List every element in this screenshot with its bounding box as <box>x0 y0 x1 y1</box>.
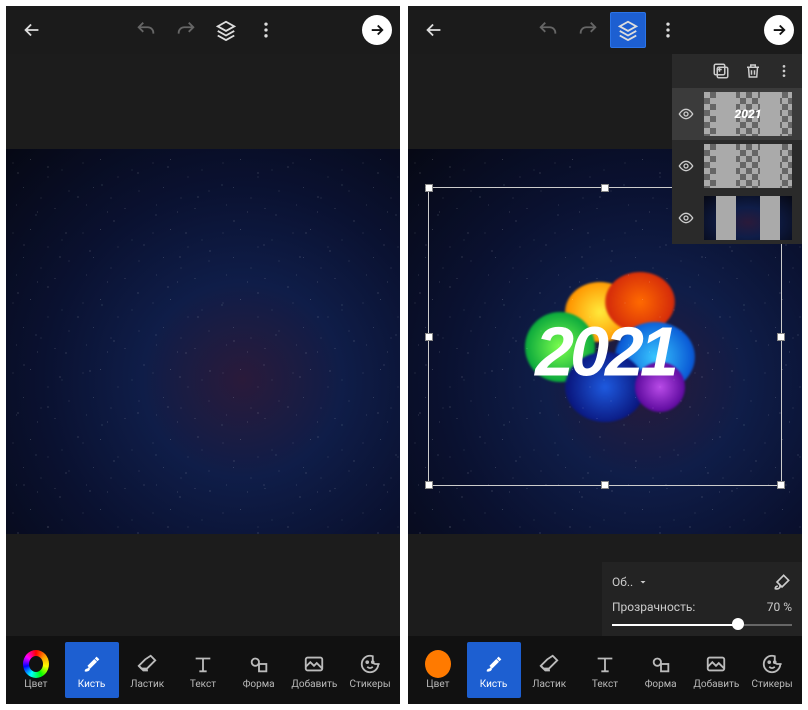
layer-thumb-text: 2021 <box>735 107 762 121</box>
tool-color[interactable]: Цвет <box>411 642 465 698</box>
eraser-icon <box>134 651 160 677</box>
layers-button[interactable] <box>610 12 646 48</box>
visibility-icon[interactable] <box>678 158 696 174</box>
tool-label: Добавить <box>291 679 337 690</box>
blend-mode-label: Об.. <box>612 575 633 589</box>
blend-mode-dropdown[interactable]: Об.. <box>612 575 649 589</box>
tool-shape[interactable]: Форма <box>634 642 688 698</box>
canvas-empty-top <box>6 54 400 149</box>
image-add-icon <box>301 651 327 677</box>
top-toolbar <box>6 6 400 54</box>
tool-label: Стикеры <box>350 679 391 690</box>
tool-label: Кисть <box>480 679 508 690</box>
bottom-toolbar: Цвет Кисть Ластик Текст Форма <box>408 636 802 704</box>
canvas-text-2021[interactable]: 2021 <box>535 311 675 391</box>
undo-button[interactable] <box>530 12 566 48</box>
tool-brush[interactable]: Кисть <box>467 642 521 698</box>
more-button[interactable] <box>650 12 686 48</box>
tool-label: Текст <box>190 679 216 690</box>
tool-eraser[interactable]: Ластик <box>522 642 576 698</box>
screen-left: Цвет Кисть Ластик Текст Форма <box>6 6 400 704</box>
image-add-icon <box>703 651 729 677</box>
tool-label: Стикеры <box>752 679 793 690</box>
layers-button[interactable] <box>208 12 244 48</box>
sticker-icon <box>357 651 383 677</box>
tool-shape[interactable]: Форма <box>232 642 286 698</box>
chevron-down-icon <box>637 576 649 588</box>
paint-splat-art <box>495 252 715 432</box>
tool-eraser[interactable]: Ластик <box>120 642 174 698</box>
visibility-icon[interactable] <box>678 106 696 122</box>
tool-text[interactable]: Текст <box>578 642 632 698</box>
delete-layer-icon[interactable] <box>744 62 762 80</box>
bottom-toolbar: Цвет Кисть Ластик Текст Форма <box>6 636 400 704</box>
shape-icon <box>648 651 674 677</box>
layer-item-background[interactable] <box>672 192 802 244</box>
tool-add[interactable]: Добавить <box>689 642 743 698</box>
text-icon <box>592 651 618 677</box>
tool-label: Форма <box>645 679 677 690</box>
text-icon <box>190 651 216 677</box>
visibility-icon[interactable] <box>678 210 696 226</box>
forward-button[interactable] <box>362 15 392 45</box>
opacity-label: Прозрачность: <box>612 600 695 614</box>
canvas-image <box>6 149 400 534</box>
layer-item-text[interactable]: 2021 <box>672 88 802 140</box>
color-wheel-icon <box>23 650 49 678</box>
layers-panel: 2021 <box>672 54 802 244</box>
layer-item-splat[interactable] <box>672 140 802 192</box>
tool-label: Кисть <box>78 679 106 690</box>
back-button[interactable] <box>14 12 50 48</box>
brush-icon <box>79 651 105 677</box>
screen-right: 2021 <box>408 6 802 704</box>
tool-label: Цвет <box>426 679 449 690</box>
tool-label: Форма <box>243 679 275 690</box>
tool-text[interactable]: Текст <box>176 642 230 698</box>
layer-thumbnail: 2021 <box>704 92 792 136</box>
layer-more-icon[interactable] <box>776 63 792 79</box>
redo-button[interactable] <box>168 12 204 48</box>
color-swatch-icon <box>425 650 451 678</box>
tool-label: Добавить <box>693 679 739 690</box>
tool-label: Ластик <box>532 679 566 690</box>
tool-add[interactable]: Добавить <box>287 642 341 698</box>
layer-options-panel: Об.. Прозрачность: 70 % <box>602 562 802 636</box>
mask-icon[interactable] <box>772 572 792 592</box>
sticker-icon <box>759 651 785 677</box>
back-button[interactable] <box>416 12 452 48</box>
undo-button[interactable] <box>128 12 164 48</box>
redo-button[interactable] <box>570 12 606 48</box>
more-button[interactable] <box>248 12 284 48</box>
tool-label: Цвет <box>24 679 47 690</box>
tool-label: Ластик <box>130 679 164 690</box>
tool-label: Текст <box>592 679 618 690</box>
forward-button[interactable] <box>764 15 794 45</box>
opacity-value: 70 % <box>767 600 792 614</box>
brush-icon <box>481 651 507 677</box>
tool-stickers[interactable]: Стикеры <box>343 642 397 698</box>
eraser-icon <box>536 651 562 677</box>
tool-stickers[interactable]: Стикеры <box>745 642 799 698</box>
canvas-area[interactable] <box>6 54 400 636</box>
shape-icon <box>246 651 272 677</box>
layer-thumbnail <box>704 196 792 240</box>
add-layer-icon[interactable] <box>712 62 730 80</box>
top-toolbar <box>408 6 802 54</box>
opacity-slider[interactable] <box>612 616 792 632</box>
canvas-empty-bottom <box>6 534 400 636</box>
tool-brush[interactable]: Кисть <box>65 642 119 698</box>
layer-thumbnail <box>704 144 792 188</box>
tool-color[interactable]: Цвет <box>9 642 63 698</box>
